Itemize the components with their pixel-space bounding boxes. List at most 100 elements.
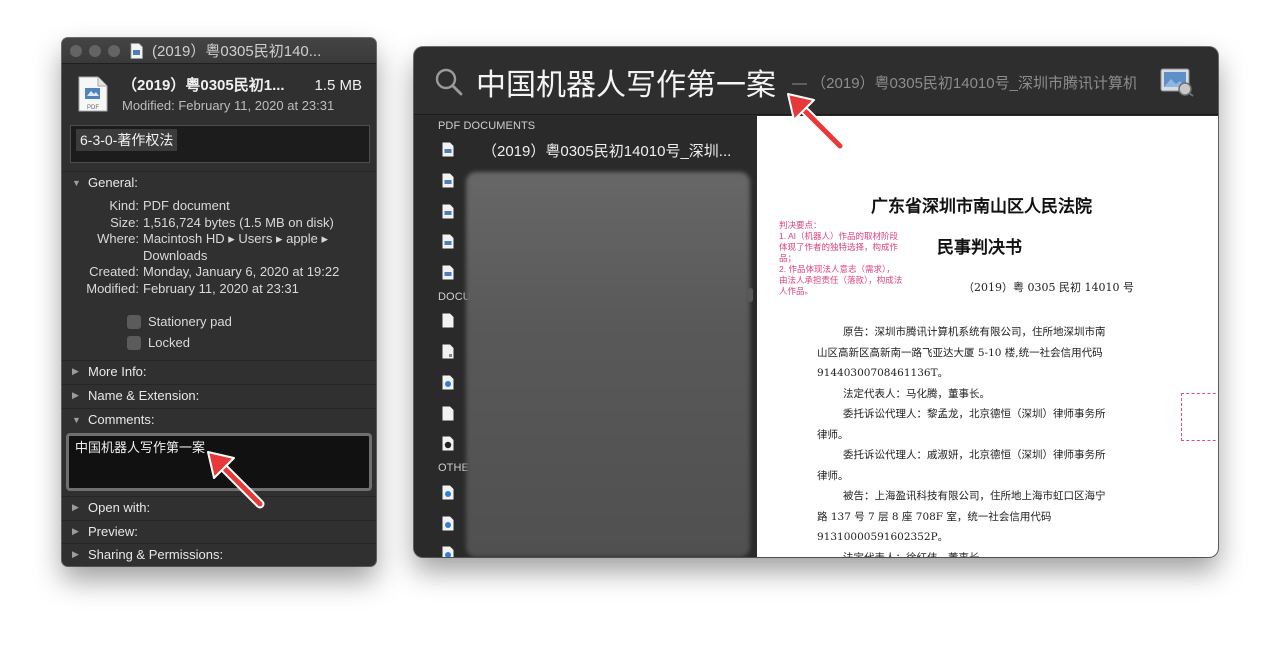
more-info-heading: More Info: <box>88 364 147 379</box>
where-row: Where: Macintosh HD ▸ Users ▸ apple ▸ <box>62 231 376 248</box>
sharing-heading: Sharing & Permissions: <box>88 547 224 562</box>
window-title: (2019）粤0305民初140... <box>152 43 322 60</box>
kind-row: Kind: PDF document <box>62 198 376 215</box>
search-input[interactable]: 中国机器人写作第一案 <box>476 60 776 104</box>
doc-line: 委托诉讼代理人：戚淑妍，北京德恒（深圳）律师事务所 <box>843 449 1106 461</box>
comments-heading: Comments: <box>88 412 155 427</box>
modified-date: Modified: February 11, 2020 at 23:31 <box>122 98 335 113</box>
preview-heading: Preview: <box>88 524 138 539</box>
checkbox-unchecked[interactable] <box>127 335 141 350</box>
minimize-button[interactable] <box>89 44 101 57</box>
pdf-document-icon <box>442 234 454 249</box>
more-info-toggle[interactable]: ▶ More Info: <box>62 360 376 382</box>
name-extension-toggle[interactable]: ▶ Name & Extension: <box>62 384 376 406</box>
disclosure-closed-icon[interactable]: ▶ <box>72 390 88 401</box>
info-header-row: （2019）粤0305民初1... 1.5 MB <box>122 74 362 95</box>
pdf-file-icon: PDF <box>78 76 108 112</box>
info-header-text: （2019）粤0305民初1... 1.5 MB Modified: Febru… <box>122 74 362 113</box>
comments-toggle[interactable]: ▼ Comments: <box>62 408 376 430</box>
preview-toggle[interactable]: ▶ Preview: <box>62 520 376 542</box>
note-line: 2. 作品体现法人意志（需求）， <box>779 264 895 274</box>
app-document-icon <box>442 436 454 451</box>
stationery-pad-label: Stationery pad <box>148 314 232 329</box>
note-line: 品； <box>779 253 797 263</box>
zoom-button[interactable] <box>108 44 120 57</box>
disclosure-open-icon[interactable]: ▼ <box>72 415 88 425</box>
blurred-results-overlay <box>466 172 750 557</box>
note-line: 由法人承担责任（落款），构成法 <box>779 275 903 285</box>
doc-line: 路 137 号 7 层 8 座 708F 室，统一社会信用代码 <box>817 510 1052 523</box>
kind-value: PDF document <box>143 198 230 213</box>
where-row-continued: Downloads <box>62 248 376 265</box>
note-line: 1. AI（机器人）作品的取材阶段 <box>779 231 899 241</box>
pdf-document-icon <box>442 142 454 157</box>
doc-line: 91440300708461136T。 <box>817 367 949 379</box>
size-value: 1,516,724 bytes (1.5 MB on disk) <box>143 214 334 230</box>
modified-label: Modified: <box>86 280 139 296</box>
disclosure-open-icon[interactable]: ▼ <box>72 178 88 188</box>
doc-line: 原告：深圳市腾讯计算机系统有限公司，住所地深圳市南 <box>843 326 1106 338</box>
text-document-icon <box>442 344 454 359</box>
created-value: Monday, January 6, 2020 at 19:22 <box>143 264 340 279</box>
disclosure-closed-icon[interactable]: ▶ <box>72 366 88 377</box>
tags-field[interactable]: 6-3-0-著作权法 <box>70 125 370 163</box>
web-document-icon <box>442 546 454 557</box>
name-extension-heading: Name & Extension: <box>88 388 200 403</box>
disclosure-closed-icon[interactable]: ▶ <box>72 549 88 560</box>
doc-line: 山区高新区高新南一路飞亚达大厦 5-10 楼,统一社会信用代码 <box>817 346 1103 359</box>
kind-label: Kind: <box>109 198 139 213</box>
window-controls <box>70 44 120 57</box>
doc-body: 原告：深圳市腾讯计算机系统有限公司，住所地深圳市南 山区高新区高新南一路飞亚达大… <box>817 322 1139 557</box>
checkbox-unchecked[interactable] <box>127 314 141 329</box>
doc-line: 律师。 <box>817 428 849 441</box>
stationery-pad-checkbox[interactable]: Stationery pad <box>127 314 232 329</box>
created-label: Created: <box>89 264 139 279</box>
size-label: Size: <box>110 214 139 230</box>
document-preview[interactable]: 广东省深圳市南山区人民法院 判决要点： 1. AI（机器人）作品的取材阶段 体现… <box>757 116 1218 557</box>
doc-line: 被告：上海盈讯科技有限公司，住所地上海市虹口区海宁 <box>843 490 1106 502</box>
category-pdf-documents: PDF DOCUMENTS <box>438 120 536 132</box>
doc-line: 法定代表人：马化腾，董事长。 <box>843 387 990 400</box>
web-document-icon <box>442 516 454 531</box>
modified-row: Modified: February 11, 2020 at 23:31 <box>62 281 376 298</box>
preview-app-icon <box>1160 68 1194 97</box>
result-item-selected[interactable]: （2019）粤0305民初14010号_深圳... <box>482 140 731 161</box>
pdf-document-icon <box>130 42 143 59</box>
locked-checkbox[interactable]: Locked <box>127 335 190 350</box>
where-value-continued: Downloads <box>143 247 208 263</box>
annotation-arrow-icon <box>787 93 845 151</box>
locked-label: Locked <box>148 335 190 350</box>
pdf-document-icon <box>442 204 454 219</box>
size-row: Size: 1,516,724 bytes (1.5 MB on disk) <box>62 215 376 232</box>
disclosure-closed-icon[interactable]: ▶ <box>72 526 88 537</box>
modified-value: February 11, 2020 at 23:31 <box>143 280 299 296</box>
doc-court-title: 广东省深圳市南山区人民法院 <box>871 197 1092 217</box>
general-heading: General: <box>88 175 138 190</box>
doc-line: 委托诉讼代理人：黎孟龙，北京德恒（深圳）律师事务所 <box>843 408 1106 420</box>
general-details: Kind: PDF document Size: 1,516,724 bytes… <box>62 198 376 297</box>
result-list[interactable]: PDF DOCUMENTS （2019）粤0305民初14010号_深圳... … <box>414 116 756 557</box>
general-section-toggle[interactable]: ▼ General: <box>62 171 376 193</box>
web-document-icon <box>442 375 454 390</box>
search-icon <box>435 68 463 96</box>
sharing-permissions-toggle[interactable]: ▶ Sharing & Permissions: <box>62 543 376 565</box>
file-size: 1.5 MB <box>314 77 362 94</box>
note-line: 人作品。 <box>779 286 814 296</box>
court-seal-stamp <box>1181 393 1218 441</box>
close-button[interactable] <box>70 44 82 57</box>
scrollbar-thumb[interactable] <box>748 288 753 302</box>
open-with-heading: Open with: <box>88 500 151 515</box>
note-line: 体现了作者的独特选择，构成作 <box>779 242 899 252</box>
where-label: Where: <box>97 231 139 246</box>
text-document-icon <box>442 313 454 328</box>
where-value: Macintosh HD ▸ Users ▸ apple ▸ <box>143 231 329 246</box>
doc-annotation-note: 判决要点： 1. AI（机器人）作品的取材阶段 体现了作者的独特选择，构成作 品… <box>779 220 929 297</box>
annotation-arrow-icon <box>207 451 265 509</box>
doc-line: 律师。 <box>817 469 849 482</box>
pdf-document-icon <box>442 173 454 188</box>
info-titlebar: (2019）粤0305民初140... <box>62 38 376 64</box>
disclosure-closed-icon[interactable]: ▶ <box>72 502 88 513</box>
tag-token[interactable]: 6-3-0-著作权法 <box>76 129 178 151</box>
doc-line: 91310000591602352P。 <box>817 531 949 543</box>
